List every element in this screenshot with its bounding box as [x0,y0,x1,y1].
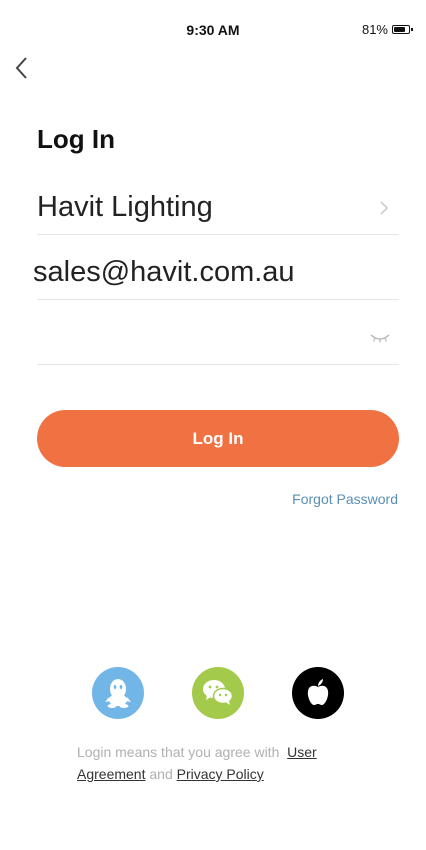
qq-login-button[interactable] [92,667,144,719]
battery-icon [392,25,413,34]
password-field[interactable] [37,312,399,365]
chevron-right-icon [380,201,389,215]
region-value: Havit Lighting [37,191,213,223]
wechat-login-button[interactable] [192,667,244,719]
status-bar: 9:30 AM 81% [0,0,426,50]
back-button[interactable] [8,54,36,82]
apple-login-button[interactable] [292,667,344,719]
apple-icon [307,679,329,705]
page-title: Log In [37,124,115,154]
privacy-policy-link[interactable]: Privacy Policy [177,766,264,782]
forgot-password-link[interactable]: Forgot Password [292,491,398,507]
login-button[interactable]: Log In [37,410,399,467]
eye-closed-icon[interactable] [369,332,391,344]
email-value: sales@havit.com.au [33,256,295,288]
email-field[interactable]: sales@havit.com.au [33,249,399,300]
battery-indicator: 81% [361,22,413,37]
agreement-text: Login means that you agree with User Agr… [77,741,377,785]
chevron-left-icon [15,57,27,79]
agreement-and: and [149,766,173,782]
agreement-prefix: Login means that you agree with [77,744,280,760]
wechat-icon [203,680,234,705]
battery-percent: 81% [361,22,388,37]
qq-icon [105,679,131,708]
region-selector[interactable]: Havit Lighting [37,184,399,235]
